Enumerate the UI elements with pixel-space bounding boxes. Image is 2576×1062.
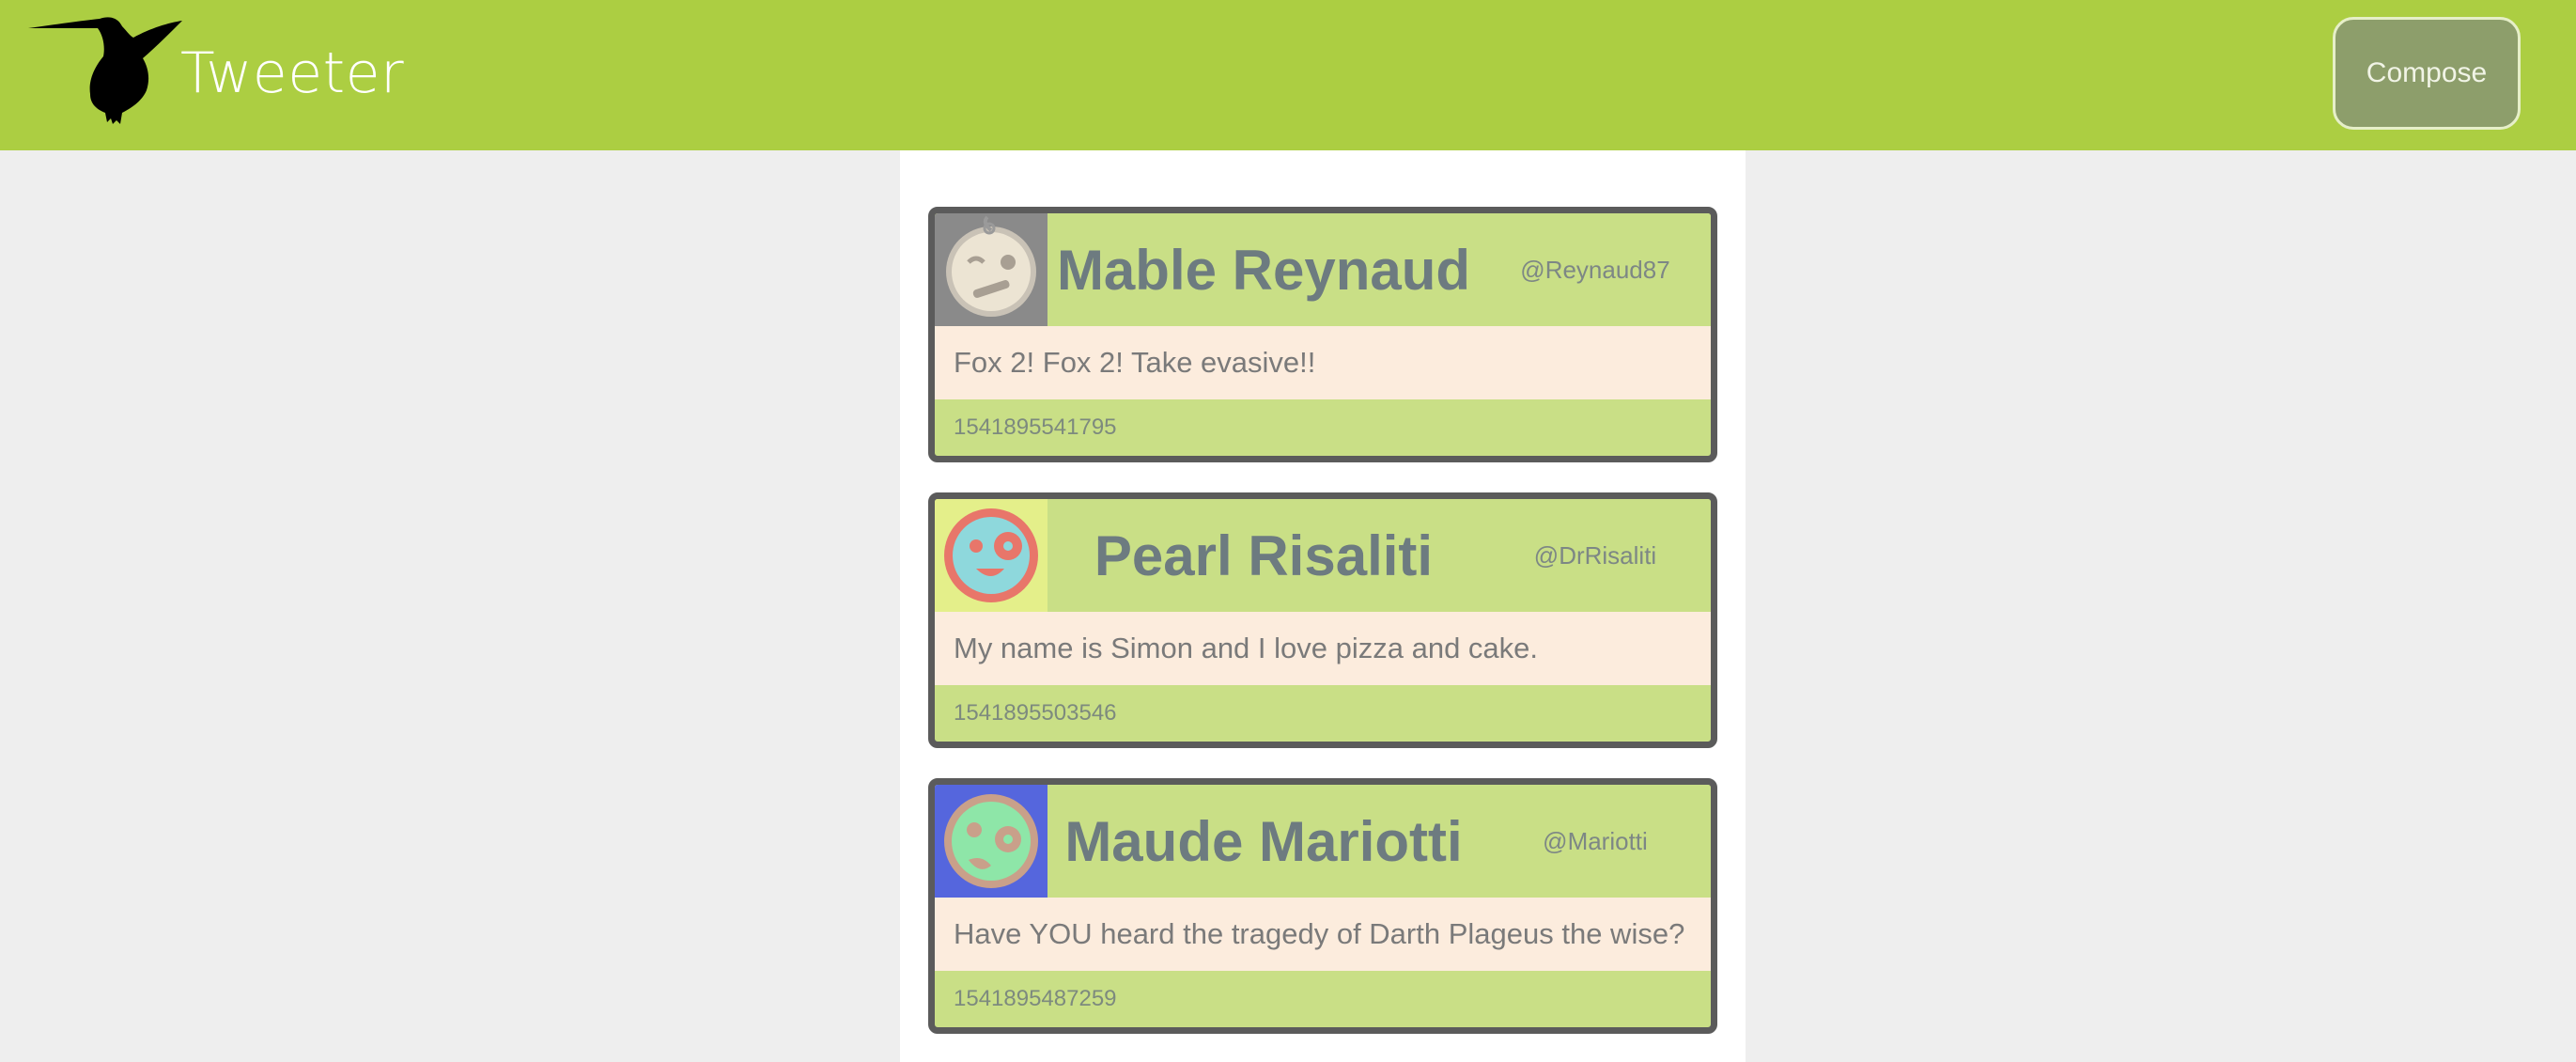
tweet-header: Pearl Risaliti @DrRisaliti (935, 499, 1711, 612)
tweet-text: Fox 2! Fox 2! Take evasive!! (935, 326, 1711, 399)
tweet-author-handle: @Reynaud87 (1520, 255, 1670, 284)
winking-smile-avatar-icon (944, 508, 1038, 602)
tweet-feed: Mable Reynaud @Reynaud87 Fox 2! Fox 2! T… (900, 150, 1746, 1062)
tweet-author-name: Pearl Risaliti (1094, 523, 1434, 587)
tweet-timestamp: 1541895503546 (954, 700, 1117, 726)
user-avatar (935, 499, 1047, 612)
tweet-author-name: Maude Mariotti (1064, 809, 1463, 873)
tweet-card: Maude Mariotti @Mariotti Have YOU heard … (928, 778, 1717, 1034)
winking-face-avatar-icon (946, 215, 1036, 317)
tweet-author-name: Mable Reynaud (1056, 238, 1471, 302)
tweet-author-handle: @DrRisaliti (1533, 540, 1657, 570)
tweet-card: Pearl Risaliti @DrRisaliti My name is Si… (928, 492, 1717, 748)
tweet-timestamp: 1541895487259 (954, 986, 1117, 1011)
tweet-text: Have YOU heard the tragedy of Darth Plag… (935, 898, 1711, 971)
tweet-timestamp: 1541895541795 (954, 414, 1117, 440)
tweet-header: Mable Reynaud @Reynaud87 (935, 213, 1711, 326)
tweet-author-handle: @Mariotti (1543, 826, 1648, 855)
hummingbird-icon (28, 17, 182, 124)
user-avatar (935, 785, 1047, 898)
tweet-header: Maude Mariotti @Mariotti (935, 785, 1711, 898)
tweet-card: Mable Reynaud @Reynaud87 Fox 2! Fox 2! T… (928, 207, 1717, 462)
user-avatar (935, 213, 1047, 326)
grimacing-face-avatar-icon (944, 794, 1038, 888)
compose-button[interactable]: Compose (2333, 17, 2521, 130)
tweet-text: My name is Simon and I love pizza and ca… (935, 612, 1711, 685)
top-navigation-bar: Tweeter Compose (0, 0, 2576, 150)
app-brand-title: Tweeter (180, 40, 405, 106)
